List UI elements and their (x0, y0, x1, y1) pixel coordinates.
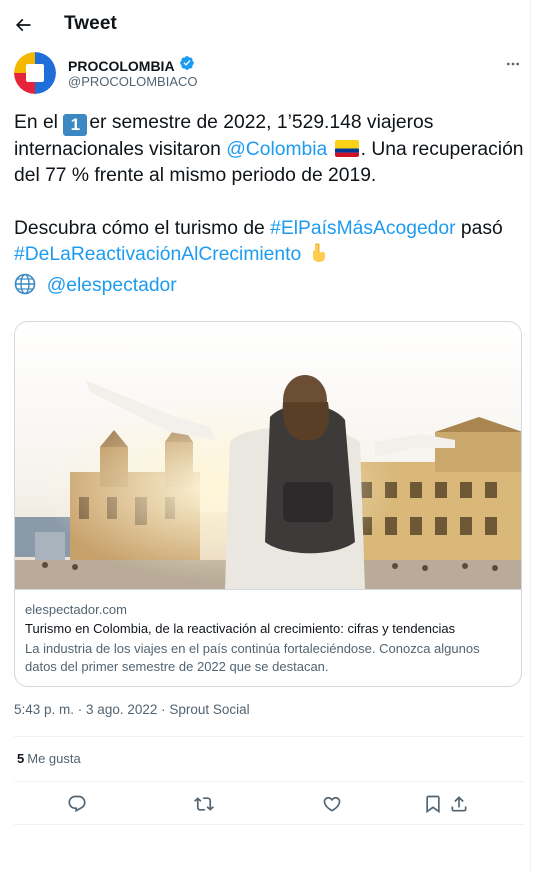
page-title: Tweet (64, 13, 117, 34)
tweet-text-segment: Descubra cómo el turismo de (14, 217, 271, 239)
card-image (15, 322, 521, 589)
divider (14, 781, 524, 782)
tweet-text-segment: pasó (455, 217, 503, 239)
name-row: PROCOLOMBIA (68, 55, 195, 76)
retweet-icon[interactable] (191, 791, 217, 817)
tweet-detail-panel: Tweet PROCOLOMBIA @PROCOLOMBIACO En el 1… (0, 0, 531, 872)
action-bar (14, 786, 524, 820)
keycap-one-icon: 1 (63, 114, 88, 136)
card-title: Turismo en Colombia, de la reactivación … (25, 621, 456, 636)
verified-badge-icon (179, 55, 195, 76)
tweet-paragraph-1: En el 1 er semestre de 2022, 1’529.148 vi… (14, 110, 524, 190)
tweet-date[interactable]: 3 ago. 2022 (86, 702, 157, 717)
card-description: La industria de los viajes en el país co… (25, 641, 480, 674)
reply-icon[interactable] (64, 791, 90, 817)
meta-separator: · (157, 702, 170, 717)
card-body: elespectador.com Turismo en Colombia, de… (15, 589, 521, 686)
divider (14, 824, 524, 825)
globe-icon (14, 273, 36, 304)
share-icon[interactable] (446, 791, 472, 817)
tweet-paragraph-2: Descubra cómo el turismo de #ElPaísMásAc… (14, 216, 524, 273)
tweet-time[interactable]: 5:43 p. m. (14, 702, 74, 717)
author-name[interactable]: PROCOLOMBIA (68, 58, 175, 74)
tweet-text: En el 1 er semestre de 2022, 1’529.148 vi… (14, 110, 524, 303)
top-bar: Tweet (0, 0, 531, 50)
arrow-left-icon[interactable] (10, 9, 36, 41)
link-preview-card[interactable]: elespectador.com Turismo en Colombia, de… (14, 321, 522, 687)
tweet-text-segment: En el (14, 112, 64, 133)
meta-separator: · (74, 702, 87, 717)
likes-label: Me gusta (27, 751, 81, 766)
tweet-author: PROCOLOMBIA @PROCOLOMBIACO (14, 52, 524, 94)
divider (14, 736, 524, 737)
hashtag-elpaismasacogedor-link[interactable]: #ElPaísMásAcogedor (270, 218, 455, 239)
tweet-metadata: 5:43 p. m. · 3 ago. 2022 · Sprout Social (14, 702, 250, 717)
mention-elespectador-link[interactable]: @elespectador (47, 275, 177, 296)
likes-count: 5 (17, 751, 25, 766)
author-handle[interactable]: @PROCOLOMBIACO (68, 74, 198, 89)
avatar[interactable] (14, 52, 56, 94)
bookmark-icon[interactable] (420, 791, 446, 817)
tweet-paragraph-3: @elespectador (14, 273, 524, 304)
likes-stat[interactable]: 5 Me gusta (17, 751, 81, 766)
hashtag-delareactivacion-link[interactable]: #DeLaReactivaciónAlCrecimiento (14, 244, 301, 265)
colombia-flag-icon (334, 139, 359, 157)
pointing-down-hand-icon (307, 242, 329, 273)
more-horizontal-icon[interactable] (501, 52, 525, 76)
mention-colombia-link[interactable]: @Colombia (226, 139, 327, 160)
heart-icon[interactable] (319, 791, 345, 817)
card-domain: elespectador.com (25, 602, 127, 617)
tweet-source[interactable]: Sprout Social (169, 702, 249, 717)
